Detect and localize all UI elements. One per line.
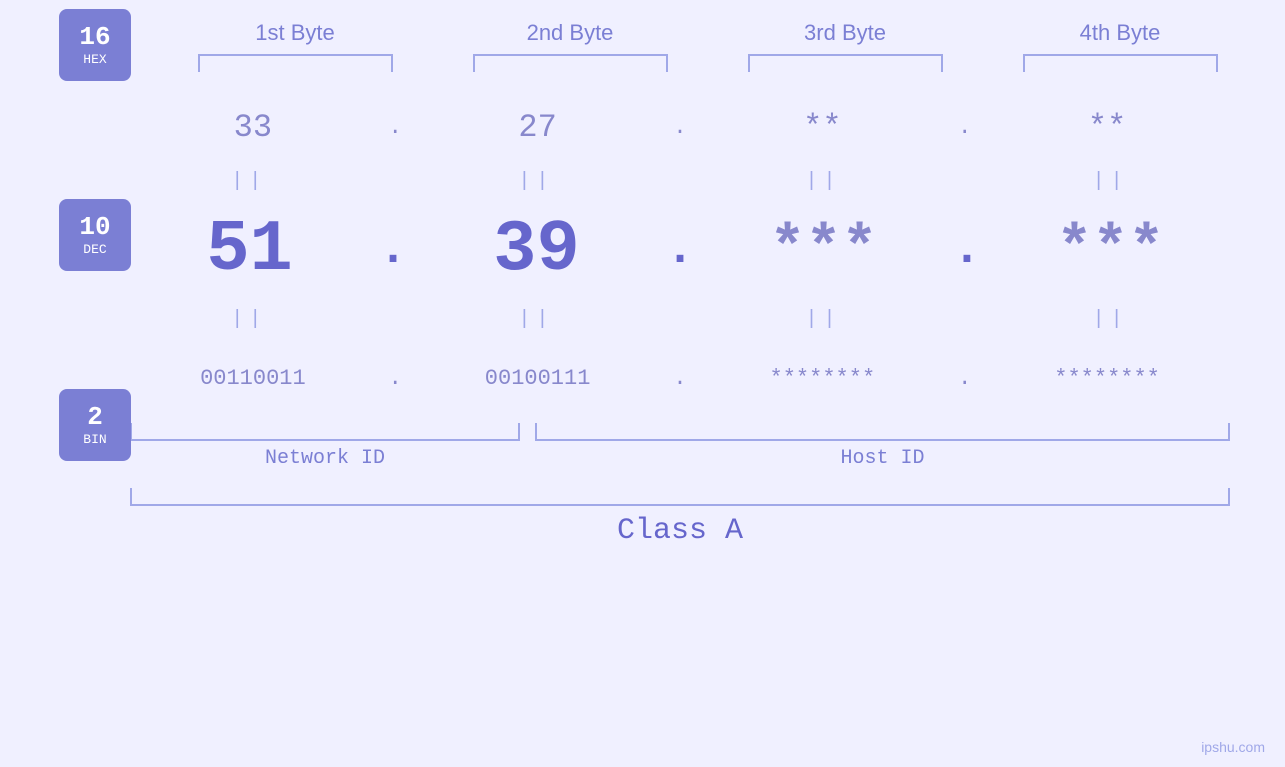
- byte3-header: 3rd Byte: [735, 20, 955, 46]
- hex-byte4: **: [997, 109, 1217, 146]
- bracket-byte2: [473, 54, 668, 72]
- bin-name: BIN: [83, 432, 106, 447]
- bracket-byte3: [748, 54, 943, 72]
- dec-badge: 10 DEC: [59, 199, 131, 271]
- parallel5: ||: [139, 308, 359, 331]
- bin-sep2: .: [673, 366, 686, 391]
- hex-badge: 16 HEX: [59, 9, 131, 81]
- hex-byte3: **: [712, 109, 932, 146]
- bin-sep1: .: [389, 366, 402, 391]
- class-label: Class A: [130, 514, 1230, 548]
- hex-byte1: 33: [143, 109, 363, 146]
- content-area: 16 HEX 10 DEC 2 BIN 33 . 27 . ** . **: [0, 82, 1285, 548]
- dec-number: 10: [79, 213, 110, 242]
- dec-byte1: 51: [140, 209, 360, 291]
- main-container: 1st Byte 2nd Byte 3rd Byte 4th Byte 16 H…: [0, 0, 1285, 767]
- parallel3: ||: [714, 170, 934, 193]
- parallel1: ||: [139, 170, 359, 193]
- sep-row1: || || || ||: [130, 162, 1230, 200]
- class-bracket: [130, 488, 1230, 506]
- network-id-label: Network ID: [130, 447, 520, 470]
- dec-name: DEC: [83, 242, 106, 257]
- hex-sep1: .: [389, 115, 402, 140]
- bin-byte2: 00100111: [428, 366, 648, 391]
- hex-name: HEX: [83, 52, 106, 67]
- bin-sep3: .: [958, 366, 971, 391]
- dec-byte4: ***: [1000, 216, 1220, 284]
- dec-byte2: 39: [427, 209, 647, 291]
- network-bracket: [130, 423, 520, 441]
- dec-byte3: ***: [713, 216, 933, 284]
- parallel2: ||: [426, 170, 646, 193]
- bracket-byte1: [198, 54, 393, 72]
- parallel8: ||: [1001, 308, 1221, 331]
- byte-headers: 1st Byte 2nd Byte 3rd Byte 4th Byte: [158, 20, 1258, 46]
- host-bracket: [535, 423, 1230, 441]
- bin-byte3: ********: [712, 366, 932, 391]
- dec-sep1: .: [379, 223, 408, 277]
- byte4-header: 4th Byte: [1010, 20, 1230, 46]
- byte2-header: 2nd Byte: [460, 20, 680, 46]
- hex-byte2: 27: [428, 109, 648, 146]
- sep-row2: || || || ||: [130, 300, 1230, 338]
- watermark: ipshu.com: [1201, 739, 1265, 755]
- host-id-label: Host ID: [535, 447, 1230, 470]
- hex-number: 16: [79, 23, 110, 52]
- bottom-brackets: [130, 423, 1230, 441]
- bin-number: 2: [87, 403, 103, 432]
- parallel4: ||: [1001, 170, 1221, 193]
- dec-sep3: .: [953, 223, 982, 277]
- bin-byte1: 00110011: [143, 366, 363, 391]
- dec-sep2: .: [666, 223, 695, 277]
- id-labels: Network ID Host ID: [130, 447, 1230, 470]
- parallel7: ||: [714, 308, 934, 331]
- base-labels: 16 HEX 10 DEC 2 BIN: [30, 0, 160, 480]
- bin-byte4: ********: [997, 366, 1217, 391]
- hex-sep3: .: [958, 115, 971, 140]
- hex-sep2: .: [673, 115, 686, 140]
- ip-rows: 33 . 27 . ** . ** || || || || 51: [130, 82, 1230, 548]
- top-brackets: [158, 54, 1258, 72]
- bin-badge: 2 BIN: [59, 389, 131, 461]
- parallel6: ||: [426, 308, 646, 331]
- hex-row: 33 . 27 . ** . **: [130, 92, 1230, 162]
- dec-row: 51 . 39 . *** . ***: [130, 200, 1230, 300]
- bin-row: 00110011 . 00100111 . ******** . *******…: [130, 343, 1230, 413]
- byte1-header: 1st Byte: [185, 20, 405, 46]
- bracket-byte4: [1023, 54, 1218, 72]
